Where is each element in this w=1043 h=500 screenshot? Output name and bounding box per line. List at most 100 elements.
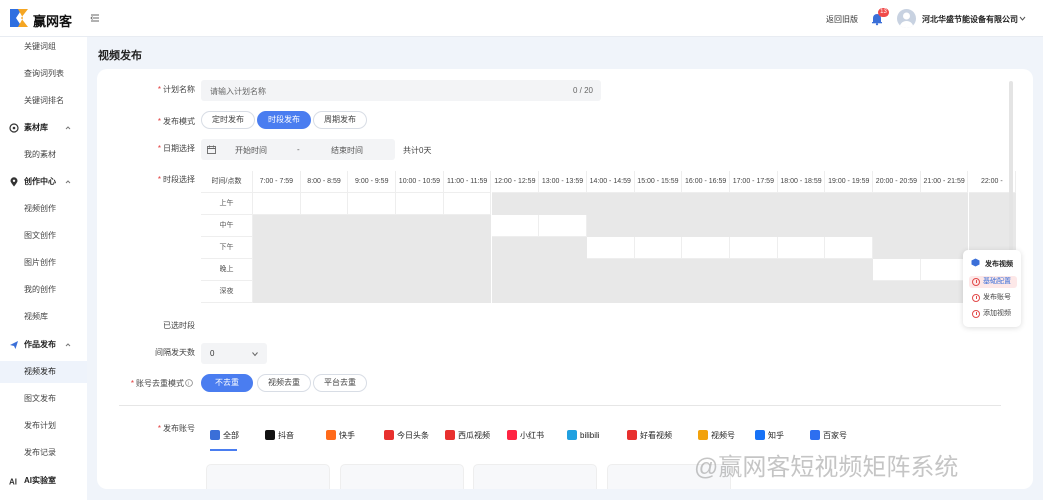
send-icon (10, 341, 18, 349)
mode-periodic-button[interactable]: 周期发布 (313, 111, 367, 129)
time-slot-cell (777, 259, 826, 281)
time-slot-cell[interactable] (396, 193, 444, 215)
sidebar-group-publish[interactable]: 作品发布 (0, 334, 87, 356)
calendar-icon (207, 145, 216, 154)
avatar[interactable] (897, 9, 916, 28)
dedup-platform-button[interactable]: 平台去重 (313, 374, 367, 392)
sidebar-item-video-creation[interactable]: 视频创作 (0, 198, 87, 220)
sidebar-item-label: 视频库 (24, 312, 48, 321)
sidebar-group-materials[interactable]: 素材库 (0, 117, 87, 139)
time-slot-cell (634, 281, 683, 303)
sidebar-item-publish-plan[interactable]: 发布计划 (0, 415, 87, 437)
platform-tab[interactable]: 好看视频 (627, 428, 672, 442)
time-slot-cell (777, 193, 826, 215)
time-slot-cell (777, 281, 826, 303)
nav-basic-config[interactable]: 基础配置 (969, 276, 1017, 288)
time-slot-cell[interactable] (491, 215, 540, 237)
interval-days-select[interactable]: 0 (201, 343, 267, 364)
sidebar-item-query-list[interactable]: 查询词列表 (0, 63, 87, 85)
time-column-header: 20:00 - 20:59 (873, 171, 921, 193)
nav-add-video[interactable]: 添加视频 (969, 308, 1017, 320)
platform-tab[interactable]: 抖音 (265, 428, 294, 442)
sidebar-item-my-materials[interactable]: 我的素材 (0, 144, 87, 166)
time-slot-cell[interactable] (920, 259, 969, 281)
time-column-header: 13:00 - 13:59 (539, 171, 587, 193)
platform-tab[interactable]: 今日头条 (384, 428, 429, 442)
sidebar-item-keyword-groups[interactable]: 关键词组 (0, 36, 87, 58)
time-slot-cell[interactable] (348, 193, 397, 215)
time-slot-cell (348, 215, 397, 237)
company-name[interactable]: 河北华盛节能设备有限公司 (922, 14, 1018, 25)
time-slot-cell (491, 237, 540, 259)
time-slot-cell[interactable] (873, 259, 921, 281)
time-slot-cell[interactable] (300, 193, 349, 215)
logo-text[interactable]: 赢网客 (33, 11, 72, 30)
start-date-input[interactable]: 开始时间 (235, 145, 267, 156)
platform-tab[interactable]: 百家号 (810, 428, 847, 442)
time-slot-cell (730, 281, 778, 303)
time-slot-cell[interactable] (586, 237, 635, 259)
logo-icon[interactable] (8, 6, 30, 30)
sidebar-item-label: 关键词排名 (24, 96, 64, 105)
date-range-picker[interactable]: 开始时间 - 结束时间 (201, 139, 395, 160)
platform-tab[interactable]: 西瓜视频 (445, 428, 490, 442)
plan-name-input[interactable]: 请输入计划名称 0 / 20 (201, 80, 601, 101)
platform-tab[interactable]: 快手 (326, 428, 355, 442)
time-slot-cell (491, 281, 540, 303)
time-slot-cell[interactable] (539, 215, 587, 237)
sidebar-item-video-library[interactable]: 视频库 (0, 306, 87, 328)
time-slot-cell (586, 215, 635, 237)
time-slot-cell[interactable] (253, 193, 301, 215)
platform-tab[interactable]: 全部 (210, 428, 239, 442)
sidebar-item-my-creations[interactable]: 我的创作 (0, 279, 87, 301)
platform-tab[interactable]: 知乎 (755, 428, 784, 442)
time-slot-cell (873, 281, 921, 303)
time-slot-cell[interactable] (443, 193, 492, 215)
platform-tab[interactable]: bilibili (567, 428, 600, 442)
time-slot-cell (825, 215, 874, 237)
sidebar-group-creation-center[interactable]: 创作中心 (0, 171, 87, 193)
time-slot-cell[interactable] (730, 237, 778, 259)
sidebar-item-keyword-ranking[interactable]: 关键词排名 (0, 90, 87, 112)
platform-tab-label: bilibili (580, 430, 600, 440)
time-slot-cell (253, 215, 301, 237)
sidebar-item-article-publish[interactable]: 图文发布 (0, 388, 87, 410)
nav-publish-accounts[interactable]: 发布账号 (969, 292, 1017, 304)
ai-icon: AI (9, 478, 17, 487)
help-circle-icon[interactable]: i (185, 379, 193, 387)
end-date-input[interactable]: 结束时间 (331, 145, 363, 156)
account-card[interactable] (206, 464, 330, 489)
platform-tab[interactable]: 小红书 (507, 428, 544, 442)
mode-timeslot-button[interactable]: 时段发布 (257, 111, 311, 129)
menu-toggle-icon[interactable] (89, 12, 101, 24)
floating-nav-title: 发布视频 (985, 261, 1013, 268)
sidebar-item-label: 关键词组 (24, 42, 56, 51)
time-slot-cell[interactable] (634, 237, 683, 259)
time-slot-cell[interactable] (682, 237, 730, 259)
mode-scheduled-button[interactable]: 定时发布 (201, 111, 255, 129)
sidebar-group-ai-lab[interactable]: AI AI实验室 (0, 470, 87, 492)
time-column-header: 11:00 - 11:59 (443, 171, 492, 193)
time-slot-cell[interactable] (777, 237, 826, 259)
active-tab-indicator (210, 449, 237, 451)
floating-section-nav: 发布视频 基础配置 发布账号 添加视频 (963, 250, 1021, 327)
platform-tab[interactable]: 视频号 (698, 428, 735, 442)
time-slot-cell (825, 193, 874, 215)
account-card[interactable] (340, 464, 464, 489)
vertical-scrollbar[interactable] (1009, 81, 1013, 251)
back-to-old-version-link[interactable]: 返回旧版 (826, 14, 858, 25)
chevron-down-icon[interactable] (1018, 14, 1027, 23)
dedup-video-button[interactable]: 视频去重 (257, 374, 311, 392)
sidebar-item-article-creation[interactable]: 图文创作 (0, 225, 87, 247)
dedup-none-button[interactable]: 不去重 (201, 374, 253, 392)
aperture-icon (9, 123, 19, 133)
page-title: 视频发布 (98, 50, 142, 62)
sidebar-item-publish-records[interactable]: 发布记录 (0, 442, 87, 464)
time-slot-cell (396, 259, 444, 281)
sidebar-item-image-creation[interactable]: 图片创作 (0, 252, 87, 274)
account-card[interactable] (473, 464, 597, 489)
time-slot-cell[interactable] (825, 237, 874, 259)
svg-text:i: i (188, 381, 189, 387)
sidebar-item-video-publish[interactable]: 视频发布 (0, 361, 87, 383)
time-slot-cell (253, 259, 301, 281)
